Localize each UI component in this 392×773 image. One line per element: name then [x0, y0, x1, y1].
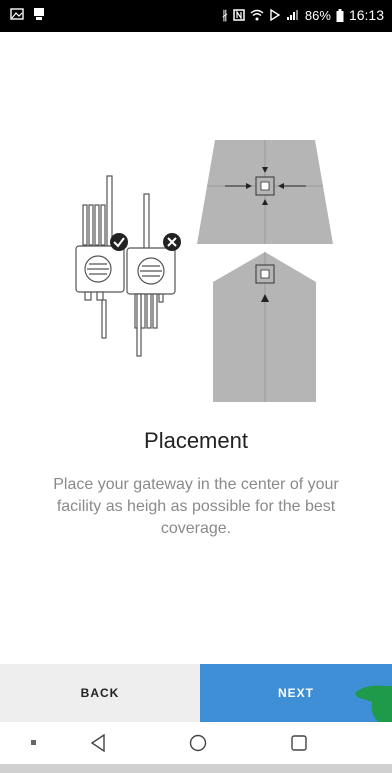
placement-illustration	[75, 140, 333, 402]
onboarding-screen: Placement Place your gateway in the cent…	[0, 32, 392, 664]
data-saver-icon	[270, 9, 281, 21]
back-button[interactable]: BACK	[0, 664, 200, 722]
check-icon	[110, 233, 128, 251]
hand-cursor-icon	[356, 685, 392, 722]
gateway-correct-illustration	[75, 175, 125, 339]
menu-dot-icon	[31, 740, 36, 745]
battery-percent: 86%	[304, 7, 331, 23]
status-bar: ∦ 86% 16:13	[0, 0, 392, 32]
next-button[interactable]: NEXT	[200, 664, 392, 722]
system-nav-bar	[0, 722, 392, 764]
nfc-icon	[233, 9, 245, 21]
wifi-icon	[250, 9, 264, 21]
screen-cast-icon	[34, 8, 44, 20]
next-button-label: NEXT	[277, 686, 314, 700]
signal-icon	[286, 10, 298, 20]
page-title: Placement	[144, 428, 248, 453]
nav-bar-shadow	[0, 764, 392, 773]
recents-nav-icon[interactable]	[290, 734, 308, 752]
side-view-diagram	[213, 252, 316, 402]
battery-icon	[336, 8, 344, 22]
top-view-diagram	[197, 140, 333, 244]
bottom-action-bar: BACK NEXT	[0, 664, 392, 722]
gateway-incorrect-illustration	[126, 193, 176, 357]
back-nav-icon[interactable]	[90, 734, 106, 752]
bluetooth-icon: ∦	[221, 8, 228, 22]
back-button-label: BACK	[80, 686, 120, 700]
clock: 16:13	[348, 7, 384, 23]
page-description: Place your gateway in the center of your…	[53, 476, 339, 537]
home-nav-icon[interactable]	[188, 733, 208, 753]
gallery-icon	[10, 8, 24, 20]
